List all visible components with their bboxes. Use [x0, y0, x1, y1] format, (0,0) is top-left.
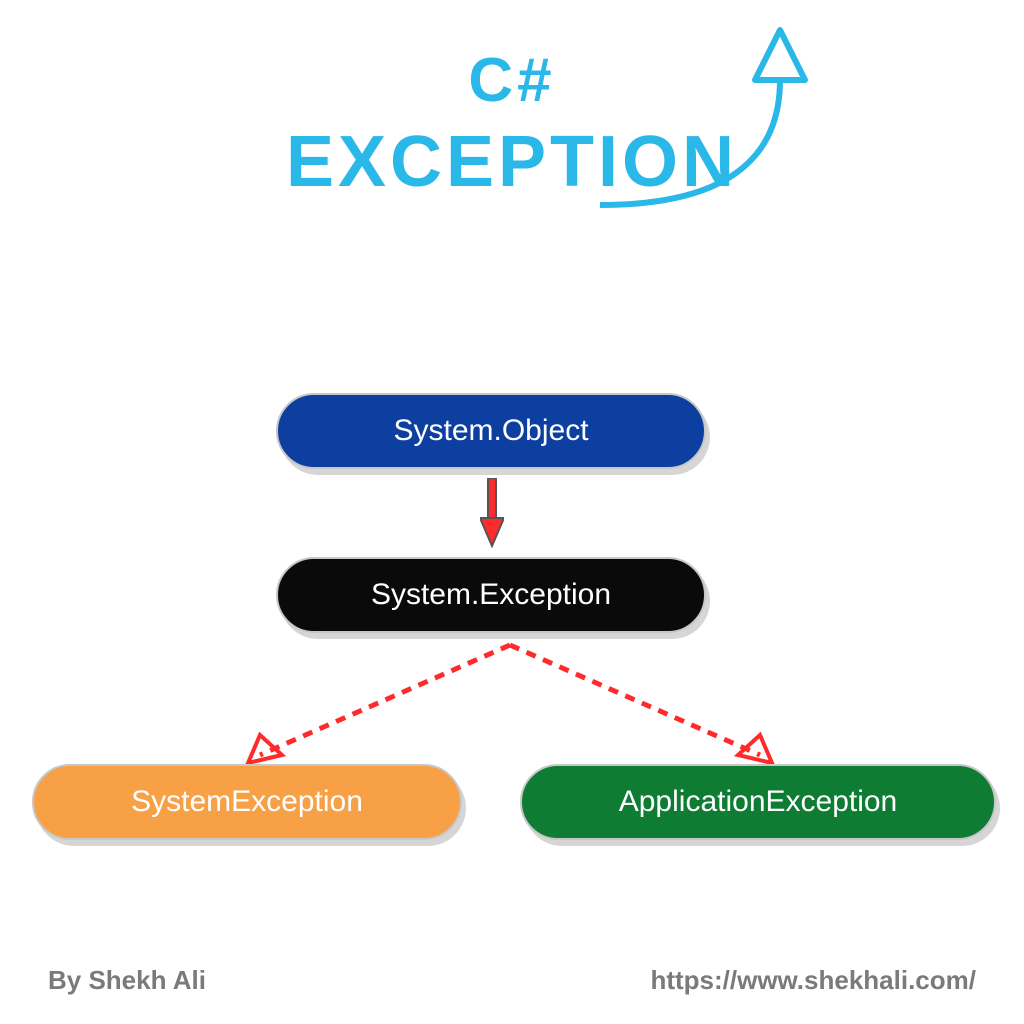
node-label: System.Exception [371, 578, 611, 612]
arrow-down-icon [480, 478, 504, 548]
node-label: SystemException [131, 785, 363, 819]
node-label: ApplicationException [619, 785, 898, 819]
title-line2: EXCEPTION [0, 126, 1024, 198]
node-system-object: System.Object [276, 393, 706, 469]
footer-url: https://www.shekhali.com/ [650, 965, 976, 996]
dashed-arrows-icon [220, 635, 800, 775]
node-systemexception: SystemException [32, 764, 462, 840]
footer-author: By Shekh Ali [48, 965, 206, 996]
curved-arrow-icon [570, 20, 830, 220]
title-group: C# EXCEPTION [0, 50, 1024, 198]
node-system-exception: System.Exception [276, 557, 706, 633]
title-line1: C# [0, 50, 1024, 112]
node-label: System.Object [393, 414, 588, 448]
node-applicationexception: ApplicationException [520, 764, 996, 840]
